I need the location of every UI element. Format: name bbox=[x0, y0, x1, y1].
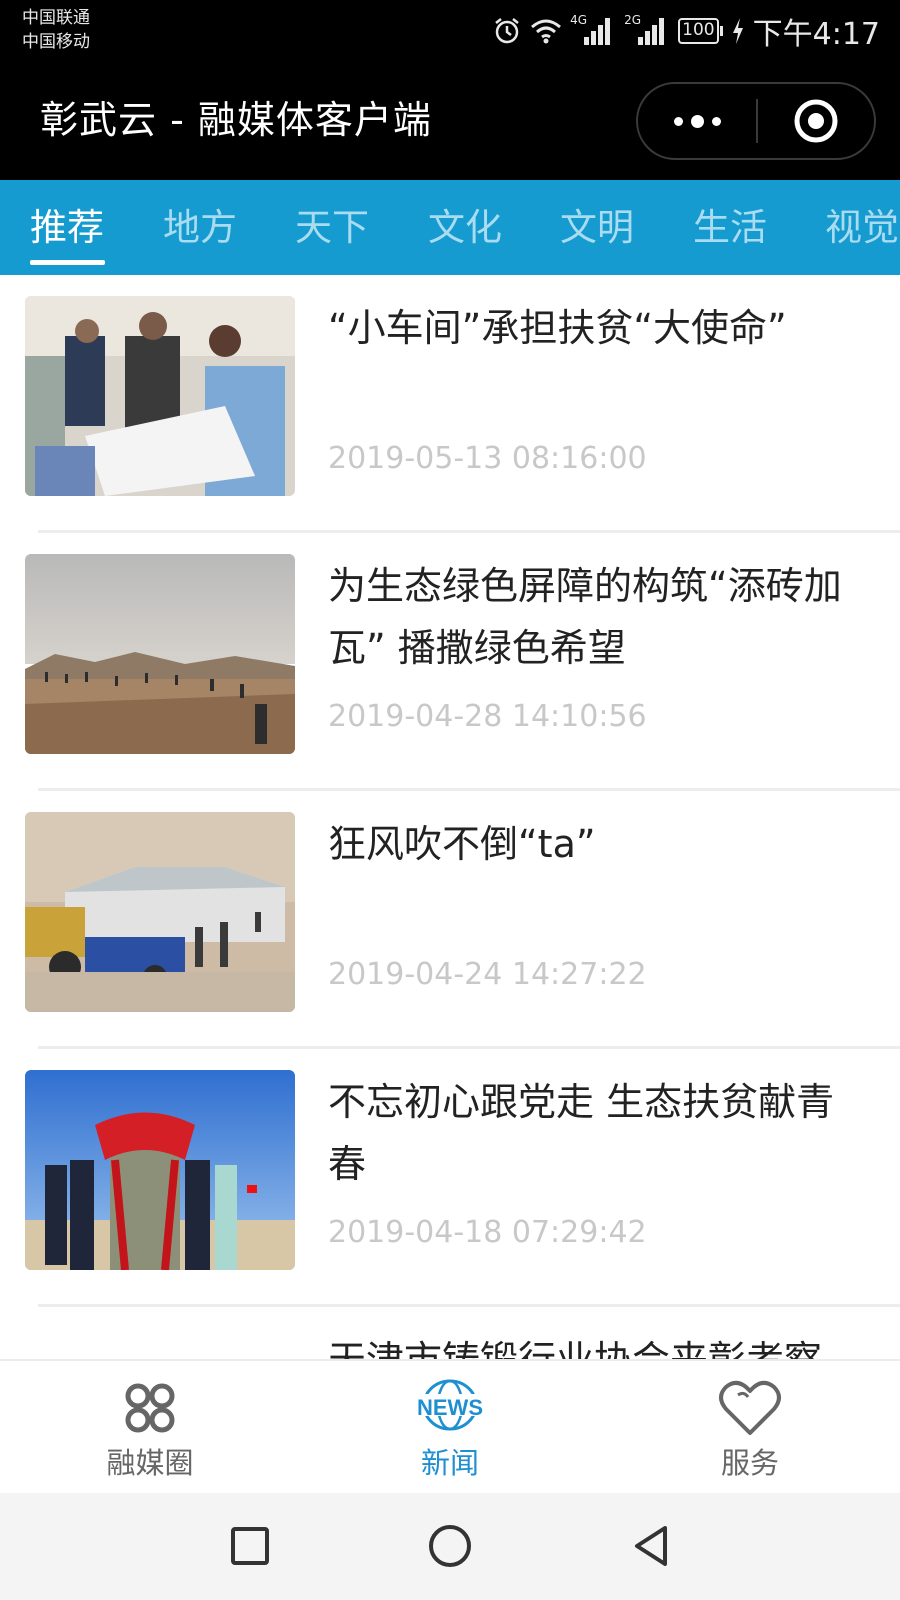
news-item[interactable]: 不忘初心跟党走 生态扶贫献青春 2019-04-18 07:29:42 bbox=[0, 1049, 900, 1307]
clock: 下午4:17 bbox=[752, 17, 880, 52]
news-date: 2019-04-24 14:27:22 bbox=[328, 957, 647, 992]
system-nav-bar bbox=[0, 1493, 900, 1600]
news-title[interactable]: 不忘初心跟党走 生态扶贫献青春 bbox=[328, 1071, 868, 1195]
tab-life[interactable]: 生活 bbox=[693, 180, 767, 275]
news-thumbnail[interactable] bbox=[25, 296, 295, 496]
signal-1-icon: 4G bbox=[570, 13, 616, 47]
news-date: 2019-05-13 08:16:00 bbox=[328, 441, 647, 476]
alarm-icon bbox=[492, 16, 522, 46]
battery-icon: 100 bbox=[678, 18, 723, 44]
carrier-2: 中国移动 bbox=[22, 32, 90, 52]
bottom-nav: 融媒圈 NEWS 新闻 服务 bbox=[0, 1359, 900, 1493]
heart-outline-icon bbox=[714, 1375, 786, 1441]
news-item[interactable]: 狂风吹不倒“ta” 2019-04-24 14:27:22 bbox=[0, 791, 900, 1049]
nav-label: 融媒圈 bbox=[106, 1446, 194, 1480]
news-globe-icon: NEWS bbox=[414, 1375, 486, 1441]
category-tabs: 推荐 地方 天下 文化 文明 生活 视觉 bbox=[0, 180, 900, 275]
news-thumbnail[interactable] bbox=[25, 554, 295, 754]
news-item[interactable]: 为生态绿色屏障的构筑“添砖加瓦” 播撒绿色希望 2019-04-28 14:10… bbox=[0, 533, 900, 791]
square-icon[interactable] bbox=[225, 1521, 275, 1571]
status-icons: 4G 2G 100 下午4:17 bbox=[492, 12, 880, 52]
more-dots-icon[interactable] bbox=[638, 84, 756, 158]
clover-rings-icon bbox=[114, 1375, 186, 1441]
nav-label: 新闻 bbox=[420, 1446, 479, 1480]
news-title[interactable]: 天津市铸锻行业协会来彰考察 bbox=[328, 1329, 868, 1359]
tab-culture[interactable]: 文化 bbox=[428, 180, 502, 275]
wifi-icon bbox=[530, 17, 562, 45]
news-date: 2019-04-28 14:10:56 bbox=[328, 699, 647, 734]
news-date: 2019-04-18 07:29:42 bbox=[328, 1215, 647, 1250]
news-thumbnail[interactable] bbox=[25, 1070, 295, 1270]
triangle-back-icon[interactable] bbox=[626, 1521, 676, 1571]
target-circle-icon[interactable] bbox=[758, 84, 874, 158]
charging-icon bbox=[731, 17, 745, 45]
circle-icon[interactable] bbox=[425, 1521, 475, 1571]
carrier-1: 中国联通 bbox=[22, 8, 90, 28]
tab-visual[interactable]: 视觉 bbox=[825, 180, 899, 275]
news-thumbnail[interactable] bbox=[25, 812, 295, 1012]
news-item[interactable]: 天津市铸锻行业协会来彰考察 bbox=[0, 1307, 900, 1359]
status-bar: 中国联通 中国移动 4G 2G 100 下午4:17 bbox=[0, 0, 900, 62]
miniprogram-capsule bbox=[636, 82, 876, 160]
tab-local[interactable]: 地方 bbox=[163, 180, 237, 275]
news-title[interactable]: 狂风吹不倒“ta” bbox=[328, 813, 868, 875]
app-title: 彰武云 - 融媒体客户端 bbox=[40, 98, 432, 142]
tab-civilization[interactable]: 文明 bbox=[560, 180, 634, 275]
nav-item-service[interactable]: 服务 bbox=[650, 1361, 850, 1495]
news-icon-text: NEWS bbox=[417, 1395, 483, 1420]
title-bar: 彰武云 - 融媒体客户端 bbox=[0, 62, 900, 180]
tab-world[interactable]: 天下 bbox=[295, 180, 369, 275]
news-title[interactable]: 为生态绿色屏障的构筑“添砖加瓦” 播撒绿色希望 bbox=[328, 555, 868, 679]
news-item[interactable]: “小车间”承担扶贫“大使命” 2019-05-13 08:16:00 bbox=[0, 275, 900, 533]
nav-item-news[interactable]: NEWS 新闻 bbox=[350, 1361, 550, 1495]
news-list[interactable]: “小车间”承担扶贫“大使命” 2019-05-13 08:16:00 为生态绿色… bbox=[0, 275, 900, 1359]
signal-2-icon: 2G bbox=[624, 13, 670, 47]
news-title[interactable]: “小车间”承担扶贫“大使命” bbox=[328, 297, 868, 359]
active-tab-indicator bbox=[30, 260, 105, 265]
nav-item-rongmeiquan[interactable]: 融媒圈 bbox=[50, 1361, 250, 1495]
battery-level: 100 bbox=[678, 18, 719, 44]
nav-label: 服务 bbox=[720, 1446, 779, 1480]
carrier-info: 中国联通 中国移动 bbox=[22, 6, 90, 54]
